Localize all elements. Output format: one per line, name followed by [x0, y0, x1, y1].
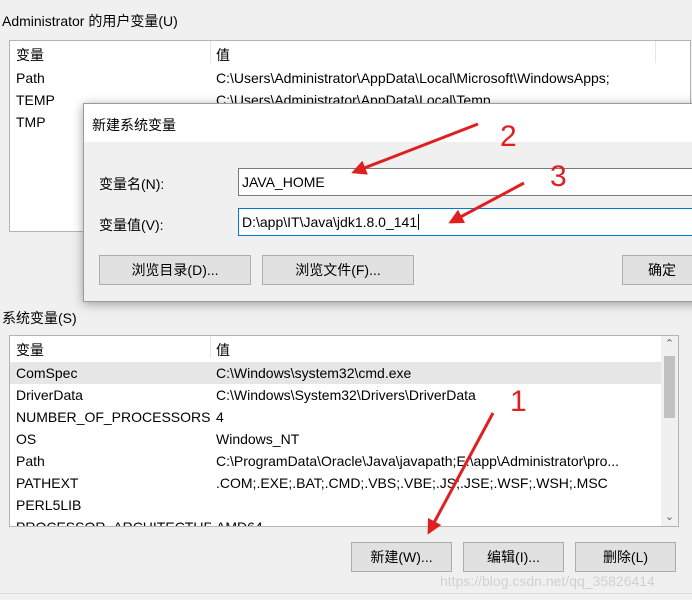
annotation-arrow-1 — [427, 412, 495, 535]
annotation-arrow-2 — [351, 122, 479, 175]
annotation-number-2: 2 — [500, 120, 517, 153]
annotation-arrow-3 — [448, 181, 525, 224]
annotation-number-1: 1 — [510, 385, 527, 418]
annotation-arrows — [351, 122, 525, 535]
annotation-number-3: 3 — [550, 160, 567, 193]
